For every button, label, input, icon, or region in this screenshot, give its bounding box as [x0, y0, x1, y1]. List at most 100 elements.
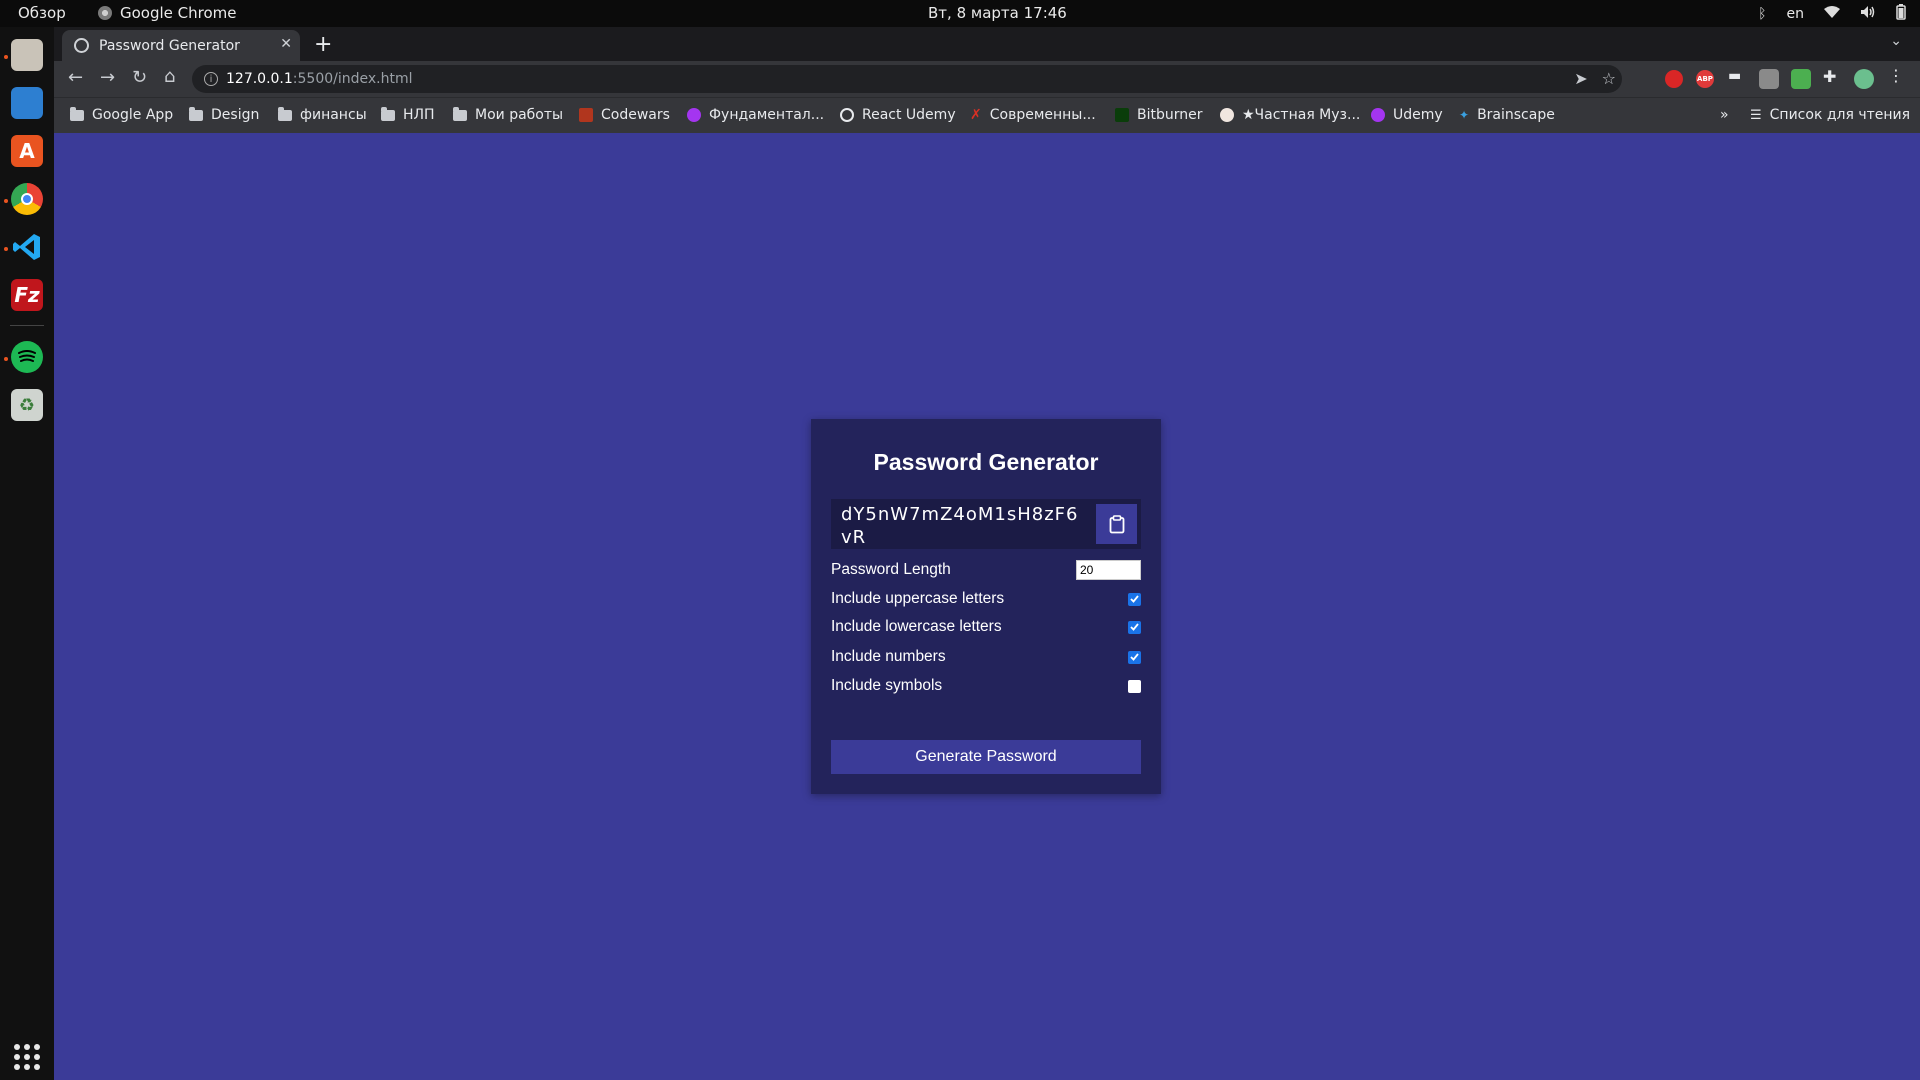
bookmark-item[interactable]: ★Частная Муз...: [1220, 107, 1360, 123]
tab-strip: Password Generator ✕ + ⌄: [54, 27, 1920, 61]
reload-icon[interactable]: ↻: [132, 67, 147, 88]
close-icon[interactable]: ✕: [280, 36, 292, 52]
chrome-icon[interactable]: [11, 183, 43, 215]
folder-icon: [278, 106, 292, 121]
bookmark-label: финансы: [300, 107, 367, 123]
adblock-plus-icon[interactable]: ABP: [1696, 70, 1714, 88]
more-menu-icon[interactable]: ⋮: [1888, 66, 1908, 86]
send-icon[interactable]: ➤: [1574, 69, 1587, 88]
address-bar[interactable]: i 127.0.0.1:5500/index.html ➤ ☆: [192, 65, 1622, 93]
page-title: Password Generator: [873, 449, 1099, 475]
password-length-input[interactable]: [1076, 560, 1141, 580]
page-viewport: Password Generator dY5nW7mZ4oM1sH8zF6vR …: [54, 133, 1920, 1080]
bookmark-item[interactable]: Codewars: [579, 107, 670, 123]
trash-icon[interactable]: ♻: [11, 389, 43, 421]
bookmark-item[interactable]: ✦ Brainscape: [1459, 107, 1555, 123]
reading-list-label: Список для чтения: [1769, 107, 1911, 123]
active-app-menu[interactable]: Google Chrome: [98, 4, 237, 22]
checkmark-icon: [1130, 653, 1139, 661]
keyboard-layout[interactable]: en: [1787, 6, 1805, 22]
clock[interactable]: Вт, 8 марта 17:46: [928, 4, 1067, 22]
symbols-checkbox[interactable]: [1128, 679, 1141, 693]
spotify-icon[interactable]: [11, 341, 43, 373]
battery-icon[interactable]: [1896, 4, 1906, 24]
extension-green-icon[interactable]: [1791, 69, 1811, 89]
bookmark-label: ★Частная Муз...: [1242, 107, 1361, 123]
password-output[interactable]: dY5nW7mZ4oM1sH8zF6vR: [841, 503, 1086, 549]
extension-screen-icon[interactable]: ▬: [1728, 68, 1748, 88]
clipboard-icon: [1109, 514, 1124, 533]
info-icon[interactable]: i: [204, 72, 218, 86]
extension-gray-icon[interactable]: [1759, 69, 1779, 89]
extension-red-icon[interactable]: [1665, 70, 1683, 88]
vscode-icon[interactable]: [11, 231, 43, 263]
site-icon: ✗: [970, 107, 982, 123]
brainscape-icon: ✦: [1459, 108, 1470, 122]
symbols-label: Include symbols: [831, 677, 943, 694]
tab-password-generator[interactable]: Password Generator ✕: [62, 30, 300, 61]
bookmark-item[interactable]: Фундаментал...: [687, 107, 824, 123]
folder-icon: [189, 106, 203, 121]
software-center-icon[interactable]: A: [11, 135, 43, 167]
activities-button[interactable]: Обзор: [18, 4, 66, 22]
forward-arrow-icon[interactable]: →: [100, 67, 115, 88]
filezilla-icon[interactable]: Fz: [11, 279, 43, 311]
udemy-icon: [1371, 108, 1385, 122]
profile-avatar[interactable]: [1854, 69, 1874, 89]
home-icon[interactable]: ⌂: [164, 66, 175, 87]
numbers-label: Include numbers: [831, 648, 946, 665]
uppercase-checkbox[interactable]: [1128, 592, 1141, 606]
reading-list-button[interactable]: ☰ Список для чтения: [1750, 107, 1910, 123]
running-indicator: [4, 357, 8, 361]
bookmark-label: React Udemy: [862, 107, 956, 123]
url-path: :5500/index.html: [292, 71, 413, 87]
checkmark-icon: [1130, 623, 1139, 631]
bookmark-label: Design: [211, 107, 260, 123]
files-icon[interactable]: [11, 39, 43, 71]
numbers-checkbox[interactable]: [1128, 650, 1141, 664]
bookmark-item[interactable]: НЛП: [381, 106, 435, 123]
uppercase-label: Include uppercase letters: [831, 590, 1005, 607]
bookmark-item[interactable]: Google App: [70, 106, 173, 123]
setting-numbers: Include numbers: [831, 648, 1141, 666]
bookmark-star-icon[interactable]: ☆: [1602, 69, 1616, 88]
browser-window: Password Generator ✕ + ⌄ ← → ↻ ⌂ i 127.0…: [54, 27, 1920, 133]
ubuntu-dock: A Fz ♻: [0, 27, 54, 1080]
bookmark-item[interactable]: Bitburner: [1115, 107, 1203, 123]
show-applications-icon[interactable]: [14, 1044, 40, 1070]
bookmarks-overflow-button[interactable]: »: [1720, 107, 1729, 123]
url-host: 127.0.0.1: [226, 71, 293, 87]
folder-icon: [381, 106, 395, 121]
volume-icon[interactable]: [1860, 5, 1876, 23]
lowercase-checkbox[interactable]: [1128, 620, 1141, 634]
tab-title: Password Generator: [99, 37, 240, 54]
bookmark-item[interactable]: ✗ Современны...: [970, 107, 1096, 123]
bluetooth-icon[interactable]: ᛒ: [1758, 6, 1766, 22]
wifi-icon[interactable]: [1824, 6, 1840, 22]
chevron-down-icon[interactable]: ⌄: [1890, 33, 1902, 49]
bookmark-label: Codewars: [601, 107, 670, 123]
omnibox-actions: ➤ ☆: [1574, 69, 1622, 88]
password-generator-card: Password Generator dY5nW7mZ4oM1sH8zF6vR …: [811, 419, 1161, 794]
bookmark-item[interactable]: Мои работы: [453, 106, 563, 123]
setting-lowercase: Include lowercase letters: [831, 618, 1141, 636]
bookmark-item[interactable]: React Udemy: [840, 107, 956, 123]
bookmark-item[interactable]: Udemy: [1371, 107, 1443, 123]
extensions-puzzle-icon[interactable]: ✚: [1823, 67, 1843, 87]
folder-icon: [70, 106, 84, 121]
libreoffice-writer-icon[interactable]: [11, 87, 43, 119]
bookmark-item[interactable]: финансы: [278, 106, 367, 123]
globe-icon: [840, 108, 854, 122]
generate-password-button[interactable]: Generate Password: [831, 740, 1141, 774]
setting-uppercase: Include uppercase letters: [831, 590, 1141, 608]
bookmark-item[interactable]: Design: [189, 106, 260, 123]
new-tab-button[interactable]: +: [314, 32, 332, 57]
back-arrow-icon[interactable]: ←: [68, 67, 83, 88]
checkmark-icon: [1130, 595, 1139, 603]
bookmark-label: Udemy: [1393, 107, 1443, 123]
copy-to-clipboard-button[interactable]: [1096, 504, 1137, 544]
bookmark-label: Brainscape: [1477, 107, 1555, 123]
system-tray[interactable]: ᛒ en: [1758, 4, 1906, 24]
setting-length: Password Length: [831, 560, 1141, 580]
dock-separator: [10, 325, 44, 326]
